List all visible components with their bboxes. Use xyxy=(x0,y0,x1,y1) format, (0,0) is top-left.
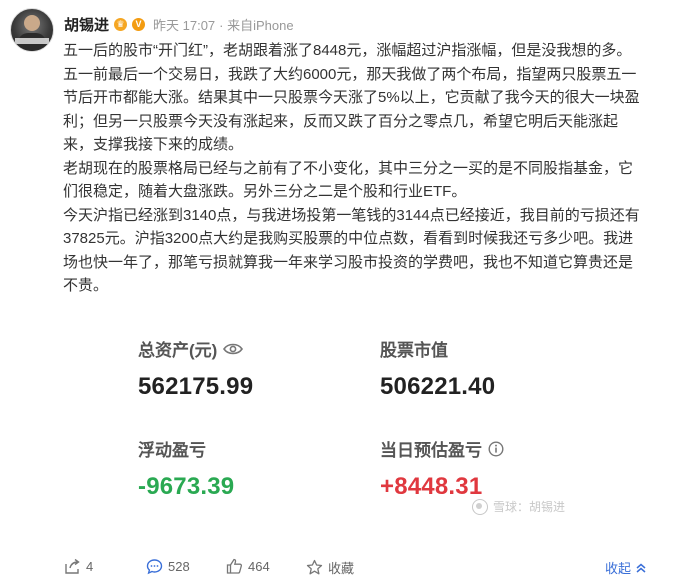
chevron-up-icon xyxy=(636,563,646,573)
avatar-caption xyxy=(15,38,49,44)
post-source: · 来自iPhone xyxy=(219,17,294,33)
total-assets: 总资产(元) 562175.99 xyxy=(138,336,253,401)
crown-icon: ♛ xyxy=(114,17,128,31)
favorite-label: 收藏 xyxy=(328,561,355,576)
paragraph: 今天沪指已经涨到3140点，与我进场投第一笔钱的3144点已经接近，我目前的亏损… xyxy=(63,206,640,295)
favorite-button[interactable]: 收藏 xyxy=(306,558,354,577)
floating-pl-label: 浮动盈亏 xyxy=(138,441,206,460)
like-button[interactable]: 464 xyxy=(226,558,270,575)
collapse-label: 收起 xyxy=(604,561,631,576)
post-content: 五一后的股市“开门红”，老胡跟着涨了8448元，涨幅超过沪指涨幅，但是没我想的多… xyxy=(63,39,645,298)
share-icon xyxy=(65,558,80,574)
floating-pl: 浮动盈亏 -9673.39 xyxy=(138,436,234,501)
comment-button[interactable]: 528 xyxy=(146,558,190,575)
avatar-face xyxy=(24,15,40,31)
info-icon[interactable] xyxy=(488,440,504,457)
total-assets-label: 总资产(元) xyxy=(138,336,253,361)
comment-count: 528 xyxy=(168,559,190,574)
total-assets-value: 562175.99 xyxy=(138,373,254,400)
daily-pl: 当日预估盈亏 +8448.31 xyxy=(380,436,504,501)
portfolio-stats: 总资产(元) 562175.99 股票市值 506221.40 浮动盈亏 -96… xyxy=(138,336,558,516)
paragraph: 老胡现在的股票格局已经与之前有了不小变化，其中三分之一买的是不同股指基金，它们很… xyxy=(63,159,634,201)
floating-pl-value: -9673.39 xyxy=(138,473,235,500)
repost-count: 4 xyxy=(86,559,94,574)
author-name[interactable]: 胡锡进 xyxy=(64,14,109,35)
daily-pl-label: 当日预估盈亏 xyxy=(380,436,504,461)
stock-value-label: 股票市值 xyxy=(380,341,448,360)
verified-icon: V xyxy=(132,17,146,31)
star-icon xyxy=(306,559,323,575)
watermark-text: 雪球：胡锡进 xyxy=(493,500,566,514)
post-header: 胡锡进 ♛ V 昨天 17:07 · 来自iPhone xyxy=(64,14,294,34)
stock-value: 股票市值 506221.40 xyxy=(380,336,495,401)
paragraph: 五一前最后一个交易日，我跌了大约6000元，那天我做了两个布局，指望两只股票五一… xyxy=(63,65,640,154)
daily-pl-value: +8448.31 xyxy=(380,473,483,500)
paragraph: 五一后的股市“开门红”，老胡跟着涨了8448元，涨幅超过沪指涨幅，但是没我想的多… xyxy=(63,42,632,59)
like-icon xyxy=(226,558,243,574)
like-count: 464 xyxy=(248,559,270,574)
total-assets-label-text: 总资产(元) xyxy=(138,341,218,360)
eye-icon[interactable] xyxy=(223,342,244,356)
collapse-button[interactable]: 收起 xyxy=(605,558,648,577)
watermark: 雪球：胡锡进 xyxy=(472,498,565,515)
action-bar: 4 528 464 收藏 收起 xyxy=(0,552,682,584)
daily-pl-label-text: 当日预估盈亏 xyxy=(380,441,482,460)
avatar[interactable] xyxy=(10,8,54,52)
post-time: 昨天 17:07 xyxy=(153,17,216,33)
comment-icon xyxy=(146,559,163,575)
stock-value-value: 506221.40 xyxy=(380,373,496,400)
snowball-logo-icon xyxy=(472,498,488,515)
repost-button[interactable]: 4 xyxy=(64,558,93,575)
